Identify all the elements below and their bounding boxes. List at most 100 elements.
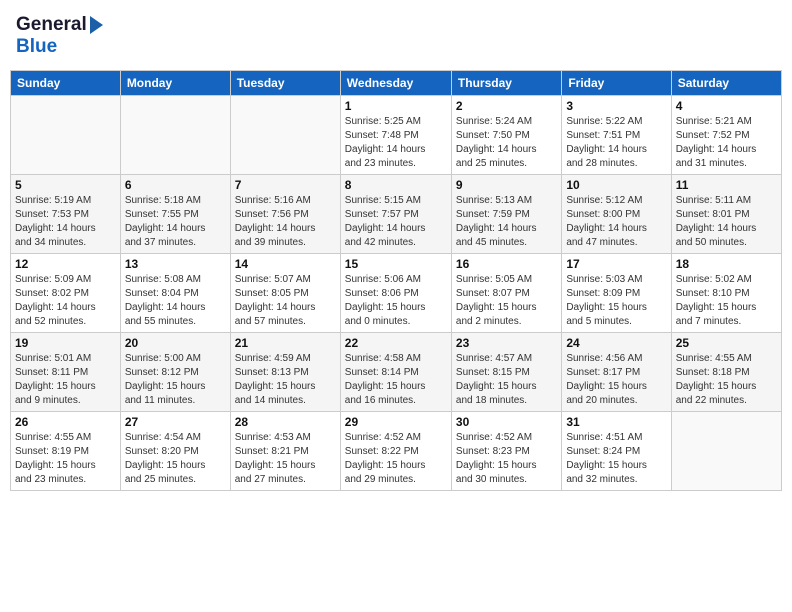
calendar-cell: 27 Sunrise: 4:54 AM Sunset: 8:20 PM Dayli…	[120, 412, 230, 491]
page-header: General Blue	[10, 10, 782, 62]
day-number: 30	[456, 415, 557, 429]
day-info: Sunrise: 5:11 AM Sunset: 8:01 PM Dayligh…	[676, 194, 777, 250]
day-number: 1	[345, 99, 447, 113]
calendar-cell: 23 Sunrise: 4:57 AM Sunset: 8:15 PM Dayli…	[451, 333, 561, 412]
day-of-week-header: Sunday	[11, 71, 121, 96]
day-number: 31	[566, 415, 666, 429]
calendar-cell: 2 Sunrise: 5:24 AM Sunset: 7:50 PM Daylig…	[451, 96, 561, 175]
calendar-cell	[11, 96, 121, 175]
day-info: Sunrise: 5:07 AM Sunset: 8:05 PM Dayligh…	[235, 273, 336, 329]
day-info: Sunrise: 4:56 AM Sunset: 8:17 PM Dayligh…	[566, 352, 666, 408]
day-info: Sunrise: 4:58 AM Sunset: 8:14 PM Dayligh…	[345, 352, 447, 408]
calendar-cell: 8Sunrise: 5:15 AM Sunset: 7:57 PM Daylig…	[340, 175, 451, 254]
day-of-week-header: Thursday	[451, 71, 561, 96]
day-number: 22	[345, 336, 447, 350]
calendar-cell	[230, 96, 340, 175]
calendar-cell: 5Sunrise: 5:19 AM Sunset: 7:53 PM Daylig…	[11, 175, 121, 254]
day-info: Sunrise: 5:06 AM Sunset: 8:06 PM Dayligh…	[345, 273, 447, 329]
day-number: 23	[456, 336, 557, 350]
calendar-cell: 21 Sunrise: 4:59 AM Sunset: 8:13 PM Dayli…	[230, 333, 340, 412]
day-info: Sunrise: 5:01 AM Sunset: 8:11 PM Dayligh…	[15, 352, 116, 408]
day-of-week-header: Saturday	[671, 71, 781, 96]
calendar-cell	[671, 412, 781, 491]
day-number: 8	[345, 178, 447, 192]
day-number: 25	[676, 336, 777, 350]
calendar-cell: 11 Sunrise: 5:11 AM Sunset: 8:01 PM Dayli…	[671, 175, 781, 254]
day-number: 6	[125, 178, 226, 192]
day-info: Sunrise: 4:51 AM Sunset: 8:24 PM Dayligh…	[566, 431, 666, 487]
calendar-header-row: SundayMondayTuesdayWednesdayThursdayFrid…	[11, 71, 782, 96]
day-of-week-header: Wednesday	[340, 71, 451, 96]
day-info: Sunrise: 5:24 AM Sunset: 7:50 PM Dayligh…	[456, 115, 557, 171]
calendar-cell: 17 Sunrise: 5:03 AM Sunset: 8:09 PM Dayli…	[562, 254, 671, 333]
day-of-week-header: Tuesday	[230, 71, 340, 96]
day-info: Sunrise: 4:59 AM Sunset: 8:13 PM Dayligh…	[235, 352, 336, 408]
day-number: 9	[456, 178, 557, 192]
day-info: Sunrise: 5:03 AM Sunset: 8:09 PM Dayligh…	[566, 273, 666, 329]
day-number: 7	[235, 178, 336, 192]
calendar-cell: 29 Sunrise: 4:52 AM Sunset: 8:22 PM Dayli…	[340, 412, 451, 491]
day-info: Sunrise: 5:12 AM Sunset: 8:00 PM Dayligh…	[566, 194, 666, 250]
calendar-week-row: 12Sunrise: 5:09 AM Sunset: 8:02 PM Dayli…	[11, 254, 782, 333]
day-number: 4	[676, 99, 777, 113]
day-info: Sunrise: 4:52 AM Sunset: 8:22 PM Dayligh…	[345, 431, 447, 487]
calendar-cell: 26 Sunrise: 4:55 AM Sunset: 8:19 PM Dayli…	[11, 412, 121, 491]
calendar-cell: 3 Sunrise: 5:22 AM Sunset: 7:51 PM Daylig…	[562, 96, 671, 175]
calendar-cell: 14 Sunrise: 5:07 AM Sunset: 8:05 PM Dayli…	[230, 254, 340, 333]
day-number: 19	[15, 336, 116, 350]
logo-text-blue: Blue	[16, 36, 57, 58]
day-number: 10	[566, 178, 666, 192]
day-number: 14	[235, 257, 336, 271]
calendar-cell: 12Sunrise: 5:09 AM Sunset: 8:02 PM Dayli…	[11, 254, 121, 333]
day-number: 5	[15, 178, 116, 192]
calendar-cell: 20Sunrise: 5:00 AM Sunset: 8:12 PM Dayli…	[120, 333, 230, 412]
day-info: Sunrise: 5:13 AM Sunset: 7:59 PM Dayligh…	[456, 194, 557, 250]
calendar-cell: 1 Sunrise: 5:25 AM Sunset: 7:48 PM Daylig…	[340, 96, 451, 175]
day-number: 27	[125, 415, 226, 429]
calendar-cell: 18Sunrise: 5:02 AM Sunset: 8:10 PM Dayli…	[671, 254, 781, 333]
day-info: Sunrise: 4:53 AM Sunset: 8:21 PM Dayligh…	[235, 431, 336, 487]
day-number: 29	[345, 415, 447, 429]
day-info: Sunrise: 5:02 AM Sunset: 8:10 PM Dayligh…	[676, 273, 777, 329]
day-info: Sunrise: 5:16 AM Sunset: 7:56 PM Dayligh…	[235, 194, 336, 250]
calendar-cell: 19 Sunrise: 5:01 AM Sunset: 8:11 PM Dayli…	[11, 333, 121, 412]
day-info: Sunrise: 4:52 AM Sunset: 8:23 PM Dayligh…	[456, 431, 557, 487]
logo: General Blue	[16, 14, 103, 58]
day-number: 12	[15, 257, 116, 271]
calendar-cell: 9 Sunrise: 5:13 AM Sunset: 7:59 PM Daylig…	[451, 175, 561, 254]
day-info: Sunrise: 4:57 AM Sunset: 8:15 PM Dayligh…	[456, 352, 557, 408]
calendar-cell: 7 Sunrise: 5:16 AM Sunset: 7:56 PM Daylig…	[230, 175, 340, 254]
day-number: 21	[235, 336, 336, 350]
day-number: 16	[456, 257, 557, 271]
calendar-cell: 31 Sunrise: 4:51 AM Sunset: 8:24 PM Dayli…	[562, 412, 671, 491]
calendar-cell: 6 Sunrise: 5:18 AM Sunset: 7:55 PM Daylig…	[120, 175, 230, 254]
day-of-week-header: Friday	[562, 71, 671, 96]
calendar-week-row: 26 Sunrise: 4:55 AM Sunset: 8:19 PM Dayli…	[11, 412, 782, 491]
day-info: Sunrise: 5:25 AM Sunset: 7:48 PM Dayligh…	[345, 115, 447, 171]
day-number: 26	[15, 415, 116, 429]
day-info: Sunrise: 5:18 AM Sunset: 7:55 PM Dayligh…	[125, 194, 226, 250]
day-info: Sunrise: 4:54 AM Sunset: 8:20 PM Dayligh…	[125, 431, 226, 487]
day-number: 20	[125, 336, 226, 350]
day-number: 3	[566, 99, 666, 113]
day-info: Sunrise: 5:05 AM Sunset: 8:07 PM Dayligh…	[456, 273, 557, 329]
day-info: Sunrise: 5:22 AM Sunset: 7:51 PM Dayligh…	[566, 115, 666, 171]
calendar-cell: 15Sunrise: 5:06 AM Sunset: 8:06 PM Dayli…	[340, 254, 451, 333]
day-number: 24	[566, 336, 666, 350]
day-number: 17	[566, 257, 666, 271]
calendar-cell: 24 Sunrise: 4:56 AM Sunset: 8:17 PM Dayli…	[562, 333, 671, 412]
calendar-week-row: 19 Sunrise: 5:01 AM Sunset: 8:11 PM Dayli…	[11, 333, 782, 412]
calendar-cell: 4Sunrise: 5:21 AM Sunset: 7:52 PM Daylig…	[671, 96, 781, 175]
calendar-cell: 10 Sunrise: 5:12 AM Sunset: 8:00 PM Dayli…	[562, 175, 671, 254]
calendar-cell: 13Sunrise: 5:08 AM Sunset: 8:04 PM Dayli…	[120, 254, 230, 333]
day-number: 11	[676, 178, 777, 192]
calendar-cell: 25Sunrise: 4:55 AM Sunset: 8:18 PM Dayli…	[671, 333, 781, 412]
day-number: 2	[456, 99, 557, 113]
calendar-table: SundayMondayTuesdayWednesdayThursdayFrid…	[10, 70, 782, 491]
day-info: Sunrise: 4:55 AM Sunset: 8:19 PM Dayligh…	[15, 431, 116, 487]
calendar-cell: 30 Sunrise: 4:52 AM Sunset: 8:23 PM Dayli…	[451, 412, 561, 491]
calendar-cell: 16 Sunrise: 5:05 AM Sunset: 8:07 PM Dayli…	[451, 254, 561, 333]
day-info: Sunrise: 5:08 AM Sunset: 8:04 PM Dayligh…	[125, 273, 226, 329]
calendar-week-row: 5Sunrise: 5:19 AM Sunset: 7:53 PM Daylig…	[11, 175, 782, 254]
logo-text-general: General	[16, 14, 87, 36]
